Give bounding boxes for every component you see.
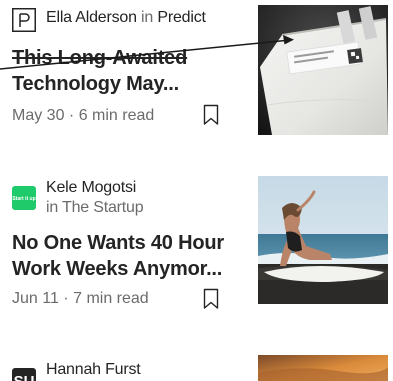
meta-separator: · xyxy=(63,290,69,307)
author-byline: Kele Mogotsi in The Startup xyxy=(46,178,144,218)
thumbnail-art xyxy=(258,176,388,304)
article-meta: May 30 · 6 min read xyxy=(12,106,154,126)
article-title-line: This Long-Awaited xyxy=(12,47,188,69)
startup-logo-text: Start it up xyxy=(12,196,35,202)
article-feed: Ella Alderson in Predict This Long-Await… xyxy=(0,0,393,381)
publish-date: May 30 xyxy=(12,107,65,124)
in-label[interactable]: in The Startup xyxy=(46,198,144,218)
bookmark-icon[interactable] xyxy=(203,104,219,126)
author-name[interactable]: Hannah Furst xyxy=(46,360,141,380)
author-name[interactable]: Kele Mogotsi xyxy=(46,178,143,198)
publication-name[interactable]: Predict xyxy=(157,9,206,26)
thumbnail-art xyxy=(258,5,388,135)
article-title[interactable]: This Long-Awaited Technology May... xyxy=(12,45,242,97)
su-logo-text: SU xyxy=(14,373,35,381)
author-name[interactable]: Ella Alderson xyxy=(46,9,137,26)
article-card[interactable]: Ella Alderson in Predict This Long-Await… xyxy=(0,0,393,140)
thumbnail-art xyxy=(258,355,388,381)
author-row: Start it up Kele Mogotsi in The Startup xyxy=(12,178,144,218)
sunset-image[interactable] xyxy=(258,355,388,381)
article-meta: Jun 11 · 7 min read xyxy=(12,289,149,309)
author-byline: Ella Alderson in Predict xyxy=(46,8,206,28)
in-label: in xyxy=(141,9,154,26)
surfer-on-beach-image[interactable] xyxy=(258,176,388,304)
article-card[interactable]: SU Hannah Furst xyxy=(0,355,393,381)
author-row: Ella Alderson in Predict xyxy=(12,8,206,32)
meta-separator: · xyxy=(68,107,75,124)
read-time: 7 min read xyxy=(73,290,149,307)
author-row: SU Hannah Furst xyxy=(12,360,141,381)
author-byline: Hannah Furst xyxy=(46,360,141,380)
article-title-line: Technology May... xyxy=(12,73,179,95)
publish-date: Jun 11 xyxy=(12,290,59,307)
su-logo-icon[interactable]: SU xyxy=(12,368,36,381)
predict-logo-icon[interactable] xyxy=(12,8,36,32)
article-title-line: No One Wants 40 Hour xyxy=(12,232,224,254)
bookmark-icon[interactable] xyxy=(203,288,219,310)
article-title[interactable]: No One Wants 40 Hour Work Weeks Anymor..… xyxy=(12,230,242,282)
the-startup-logo-icon[interactable]: Start it up xyxy=(12,186,36,210)
article-card[interactable]: Start it up Kele Mogotsi in The Startup … xyxy=(0,170,393,310)
read-time: 6 min read xyxy=(78,107,155,124)
battery-cell-image[interactable] xyxy=(258,5,388,135)
article-title-line: Work Weeks Anymor... xyxy=(12,258,223,280)
